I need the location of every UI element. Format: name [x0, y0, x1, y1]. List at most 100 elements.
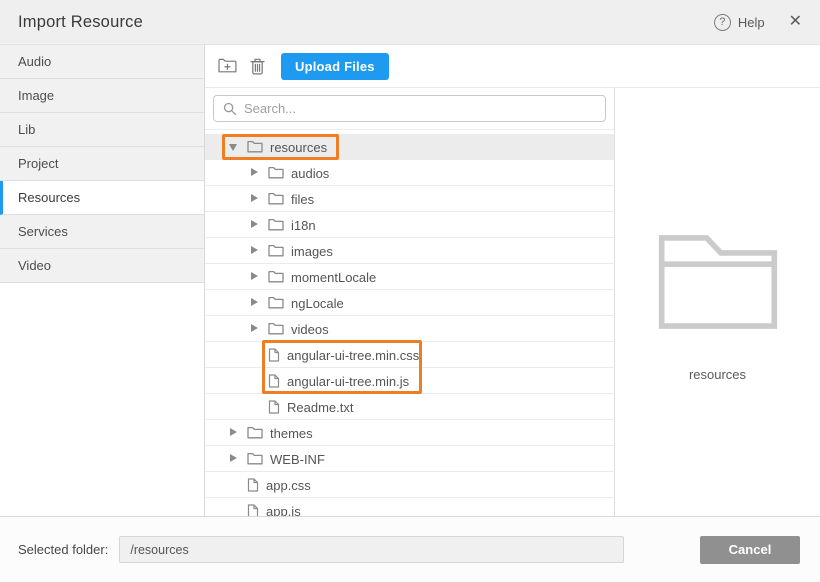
tree-item-angular-ui-tree.min.js[interactable]: angular-ui-tree.min.js: [205, 368, 614, 394]
cancel-button[interactable]: Cancel: [700, 536, 800, 564]
category-sidebar: Audio Image Lib Project Resources Services Vid…: [0, 45, 205, 516]
search-icon: [223, 102, 237, 116]
delete-button[interactable]: [250, 58, 265, 75]
header-actions: ? Help ✕: [714, 14, 802, 31]
close-icon[interactable]: ✕: [789, 14, 802, 30]
tree-item-audios[interactable]: audios: [205, 160, 614, 186]
caret-right-icon[interactable]: [250, 324, 259, 333]
caret-spacer: [250, 402, 259, 411]
folder-icon: [268, 322, 284, 335]
caret-right-icon[interactable]: [250, 246, 259, 255]
file-icon: [268, 374, 280, 388]
new-folder-button[interactable]: [218, 58, 237, 74]
dialog-footer: Selected folder: Cancel: [0, 516, 820, 582]
tree-item-label: Readme.txt: [287, 400, 353, 414]
tree-item-label: themes: [270, 426, 313, 440]
caret-down-icon[interactable]: [229, 142, 238, 151]
search-box: [213, 95, 606, 122]
file-icon: [268, 400, 280, 414]
caret-right-icon[interactable]: [250, 298, 259, 307]
tree-item-label: images: [291, 244, 333, 258]
tree-item-label: resources: [270, 140, 327, 154]
folder-icon: [268, 218, 284, 231]
resource-toolbar: Upload Files: [205, 45, 820, 88]
tree-item-i18n[interactable]: i18n: [205, 212, 614, 238]
search-area: [205, 88, 614, 130]
folder-icon: [268, 296, 284, 309]
import-resource-dialog: Import Resource ? Help ✕ Audio Image Lib Pr…: [0, 0, 820, 582]
tree-item-angular-ui-tree.min.css[interactable]: angular-ui-tree.min.css: [205, 342, 614, 368]
dialog-body: Audio Image Lib Project Resources Services Vid…: [0, 45, 820, 516]
folder-icon: [247, 452, 263, 465]
file-tree: resources audios files i18n images momentLoca…: [205, 130, 614, 516]
trash-icon: [250, 58, 265, 75]
sidebar-item-resources[interactable]: Resources: [0, 181, 204, 215]
tree-item-label: angular-ui-tree.min.css: [287, 348, 419, 362]
sidebar-item-audio[interactable]: Audio: [0, 45, 204, 79]
sidebar-item-lib[interactable]: Lib: [0, 113, 204, 147]
caret-right-icon[interactable]: [229, 428, 238, 437]
folder-plus-icon: [218, 58, 237, 74]
caret-right-icon[interactable]: [229, 454, 238, 463]
caret-spacer: [250, 376, 259, 385]
sidebar-item-label: Audio: [18, 54, 51, 69]
help-button[interactable]: ? Help: [714, 14, 765, 31]
tree-item-images[interactable]: images: [205, 238, 614, 264]
dialog-header: Import Resource ? Help ✕: [0, 0, 820, 45]
tree-item-app.js[interactable]: app.js: [205, 498, 614, 516]
tree-item-resources[interactable]: resources: [205, 134, 614, 160]
selected-folder-input[interactable]: [119, 536, 624, 563]
tree-item-label: videos: [291, 322, 329, 336]
folder-icon: [268, 192, 284, 205]
sidebar-item-label: Lib: [18, 122, 35, 137]
folder-icon: [268, 166, 284, 179]
tree-item-files[interactable]: files: [205, 186, 614, 212]
sidebar-item-image[interactable]: Image: [0, 79, 204, 113]
page-title: Import Resource: [18, 13, 143, 32]
preview-panel: resources: [615, 88, 820, 516]
tree-item-label: momentLocale: [291, 270, 376, 284]
folder-icon: [247, 140, 263, 153]
sidebar-item-label: Image: [18, 88, 54, 103]
highlight-box: resources: [222, 134, 339, 160]
sidebar-item-label: Resources: [18, 190, 80, 205]
sidebar-item-project[interactable]: Project: [0, 147, 204, 181]
question-circle-icon: ?: [714, 14, 731, 31]
sidebar-item-services[interactable]: Services: [0, 215, 204, 249]
tree-item-WEB-INF[interactable]: WEB-INF: [205, 446, 614, 472]
file-icon: [247, 478, 259, 492]
folder-icon: [268, 244, 284, 257]
caret-right-icon[interactable]: [250, 220, 259, 229]
tree-item-themes[interactable]: themes: [205, 420, 614, 446]
tree-item-label: files: [291, 192, 314, 206]
tree-item-label: angular-ui-tree.min.js: [287, 374, 409, 388]
caret-right-icon[interactable]: [250, 194, 259, 203]
caret-right-icon[interactable]: [250, 272, 259, 281]
folder-icon: [247, 426, 263, 439]
help-label: Help: [738, 15, 765, 30]
file-tree-column: resources audios files i18n images momentLoca…: [205, 88, 615, 516]
tree-item-label: app.css: [266, 478, 311, 492]
tree-item-Readme.txt[interactable]: Readme.txt: [205, 394, 614, 420]
caret-spacer: [229, 506, 238, 515]
folder-icon: [268, 270, 284, 283]
caret-spacer: [229, 480, 238, 489]
file-icon: [247, 504, 259, 517]
selected-folder-label: Selected folder:: [18, 542, 108, 557]
content-area: resourcesaudiosfilesi18nimagesmomentLoca…: [205, 88, 820, 516]
search-input[interactable]: [244, 101, 596, 116]
tree-item-videos[interactable]: videos: [205, 316, 614, 342]
tree-item-label: ngLocale: [291, 296, 344, 310]
file-icon: [268, 348, 280, 362]
tree-item-label: i18n: [291, 218, 316, 232]
upload-files-button[interactable]: Upload Files: [281, 53, 389, 80]
sidebar-item-video[interactable]: Video: [0, 249, 204, 283]
sidebar-item-label: Services: [18, 224, 68, 239]
tree-item-ngLocale[interactable]: ngLocale: [205, 290, 614, 316]
caret-right-icon[interactable]: [250, 168, 259, 177]
tree-item-label: WEB-INF: [270, 452, 325, 466]
tree-item-label: app.js: [266, 504, 301, 517]
tree-item-app.css[interactable]: app.css: [205, 472, 614, 498]
main-area: Upload Files resourcesaudiosf: [205, 45, 820, 516]
tree-item-momentLocale[interactable]: momentLocale: [205, 264, 614, 290]
